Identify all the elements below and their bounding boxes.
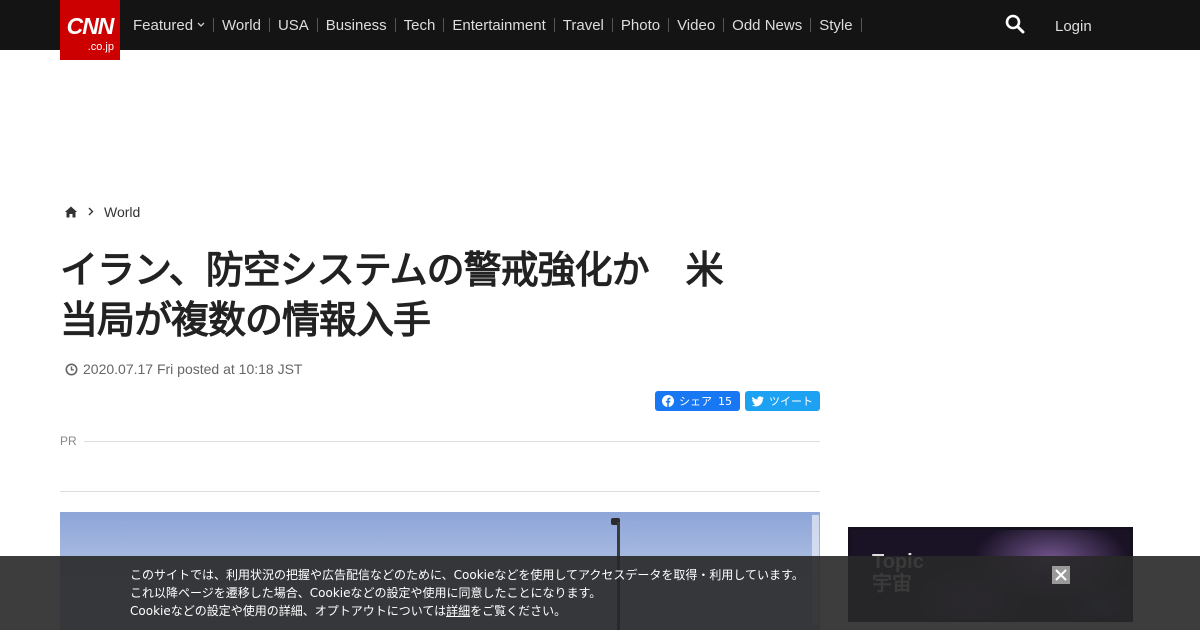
nav-item-video[interactable]: Video <box>669 16 725 34</box>
main-nav: Featured World USA Business Tech Enterta… <box>125 0 862 50</box>
nav-item-label: USA <box>277 16 309 34</box>
home-icon[interactable] <box>64 205 78 219</box>
nav-item-label: World <box>222 16 261 34</box>
nav-item-style[interactable]: Style <box>811 16 862 34</box>
nav-item-label: Video <box>677 16 716 34</box>
logo-subtext: .co.jp <box>87 41 114 53</box>
article-title-line2: 当局が複数の情報入手 <box>60 298 431 342</box>
divider <box>84 441 820 442</box>
article-date: 2020.07.17 Fri posted at 10:18 JST <box>83 361 303 377</box>
chevron-down-icon <box>197 20 205 31</box>
nav-item-usa[interactable]: USA <box>270 16 318 34</box>
facebook-share-button[interactable]: シェア 15 <box>655 391 740 411</box>
article-meta: 2020.07.17 Fri posted at 10:18 JST <box>65 361 302 377</box>
cookie-text-line1: このサイトでは、利用状況の把握や広告配信などのために、Cookieなどを使用して… <box>130 568 804 582</box>
cookie-text-line3-before: Cookieなどの設定や使用の詳細、オプトアウトについては <box>130 604 447 618</box>
nav-item-label: Tech <box>403 16 436 34</box>
top-navigation-bar: Featured World USA Business Tech Enterta… <box>0 0 1200 50</box>
nav-item-business[interactable]: Business <box>318 16 396 34</box>
cookie-consent-banner: このサイトでは、利用状況の把握や広告配信などのために、Cookieなどを使用して… <box>0 556 1200 630</box>
twitter-share-button[interactable]: ツイート <box>745 391 820 411</box>
nav-item-label: Travel <box>562 16 604 34</box>
cookie-text-line2: これ以降ページを遷移した場合、Cookieなどの設定や使用に同意したことになりま… <box>130 586 602 600</box>
divider <box>60 491 820 492</box>
chevron-right-icon <box>88 205 94 219</box>
login-link[interactable]: Login <box>1055 18 1092 35</box>
cookie-text-line3: Cookieなどの設定や使用の詳細、オプトアウトについては詳細をご覧ください。 <box>130 602 566 620</box>
facebook-icon <box>662 395 674 407</box>
nav-item-label: Style <box>819 16 853 34</box>
close-icon[interactable] <box>1052 566 1070 584</box>
nav-item-label: Entertainment <box>452 16 546 34</box>
article-title: イラン、防空システムの警戒強化か 米 当局が複数の情報入手 <box>60 245 820 345</box>
pr-label: PR <box>60 434 77 448</box>
nav-item-world[interactable]: World <box>214 16 270 34</box>
nav-item-tech[interactable]: Tech <box>396 16 445 34</box>
nav-item-entertainment[interactable]: Entertainment <box>444 16 555 34</box>
twitter-bird-icon <box>752 395 764 406</box>
nav-item-odd-news[interactable]: Odd News <box>724 16 812 34</box>
logo-text: CNN <box>66 13 115 39</box>
breadcrumb: World <box>64 204 140 220</box>
article-title-line1: イラン、防空システムの警戒強化か 米 <box>60 248 724 292</box>
cookie-text-line3-after: をご覧ください。 <box>470 604 567 618</box>
nav-item-photo[interactable]: Photo <box>613 16 670 34</box>
facebook-share-count: 15 <box>718 394 732 408</box>
clock-icon <box>65 363 78 376</box>
nav-item-label: Odd News <box>732 16 803 34</box>
nav-item-label: Business <box>325 16 387 34</box>
nav-item-label: Photo <box>620 16 661 34</box>
search-icon[interactable] <box>1005 14 1027 36</box>
nav-item-featured[interactable]: Featured <box>125 16 215 34</box>
nav-item-label: Featured <box>133 16 194 34</box>
nav-item-travel[interactable]: Travel <box>555 16 613 34</box>
cnn-logo[interactable]: CNN .co.jp <box>60 0 120 60</box>
facebook-share-label: シェア <box>679 395 712 408</box>
breadcrumb-world-link[interactable]: World <box>104 204 140 220</box>
twitter-share-label: ツイート <box>769 395 813 408</box>
cookie-details-link[interactable]: 詳細 <box>446 604 470 618</box>
